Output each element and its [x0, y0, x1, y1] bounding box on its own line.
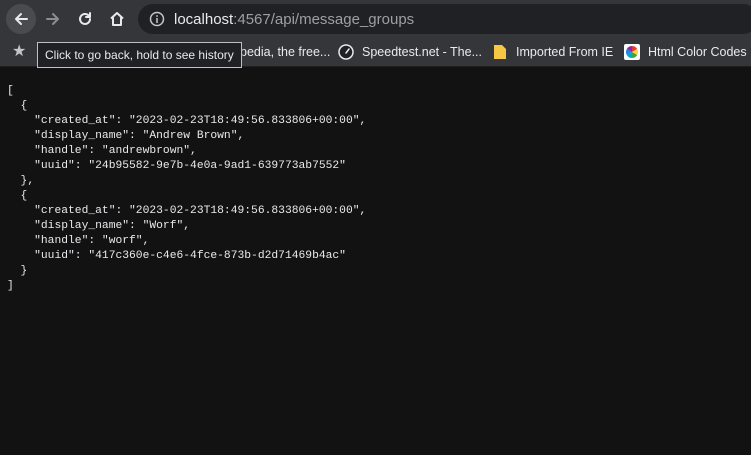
bookmark-label: Html Color Codes	[648, 45, 747, 59]
json-line: ]	[7, 280, 14, 292]
json-line: "display_name": "Andrew Brown",	[7, 130, 245, 142]
json-line: },	[7, 175, 35, 187]
browser-toolbar: localhost:4567/api/message_groups	[0, 0, 751, 38]
json-response: [ { "created_at": "2023-02-23T18:49:56.8…	[7, 84, 366, 294]
json-line: }	[7, 265, 28, 277]
bookmark-wikipedia[interactable]: pedia, the free...	[240, 42, 330, 62]
json-line: "uuid": "24b95582-9e7b-4e0a-9ad1-639773a…	[7, 160, 346, 172]
folder-icon	[492, 44, 508, 60]
bookmark-html-color-codes[interactable]: Html Color Codes	[624, 42, 747, 62]
bookmark-label: Imported From IE	[516, 45, 614, 59]
info-icon[interactable]	[148, 10, 166, 28]
bookmark-imported-from-ie[interactable]: Imported From IE	[492, 42, 613, 62]
json-line: "display_name": "Worf",	[7, 220, 191, 232]
arrow-right-icon	[46, 13, 59, 25]
bookmark-speedtest[interactable]: Speedtest.net - The...	[338, 42, 482, 62]
home-icon	[110, 12, 124, 26]
json-line: "handle": "worf",	[7, 235, 150, 247]
bookmark-label: Speedtest.net - The...	[362, 45, 482, 59]
reload-icon	[79, 12, 91, 25]
json-line: "created_at": "2023-02-23T18:49:56.83380…	[7, 205, 367, 217]
json-line: "created_at": "2023-02-23T18:49:56.83380…	[7, 115, 367, 127]
arrow-left-icon	[15, 13, 28, 25]
color-wheel-icon	[624, 44, 640, 60]
speedtest-icon	[338, 44, 354, 60]
url-path: :4567/api/message_groups	[233, 10, 415, 28]
star-icon[interactable]: ★	[12, 43, 26, 61]
json-line: {	[7, 100, 28, 112]
address-bar[interactable]: localhost:4567/api/message_groups	[138, 4, 751, 34]
back-button-tooltip: Click to go back, hold to see history	[37, 42, 242, 68]
json-line: "uuid": "417c360e-c4e6-4fce-873b-d2d7146…	[7, 250, 346, 262]
bookmark-label: pedia, the free...	[240, 45, 331, 59]
forward-button[interactable]	[38, 4, 68, 34]
reload-button[interactable]	[70, 4, 100, 34]
json-line: {	[7, 190, 28, 202]
json-line: "handle": "andrewbrown",	[7, 145, 197, 157]
url-host: localhost	[174, 10, 234, 28]
url-text: localhost:4567/api/message_groups	[174, 11, 414, 28]
back-button[interactable]	[6, 4, 36, 34]
home-button[interactable]	[102, 4, 132, 34]
json-line: [	[7, 85, 14, 97]
